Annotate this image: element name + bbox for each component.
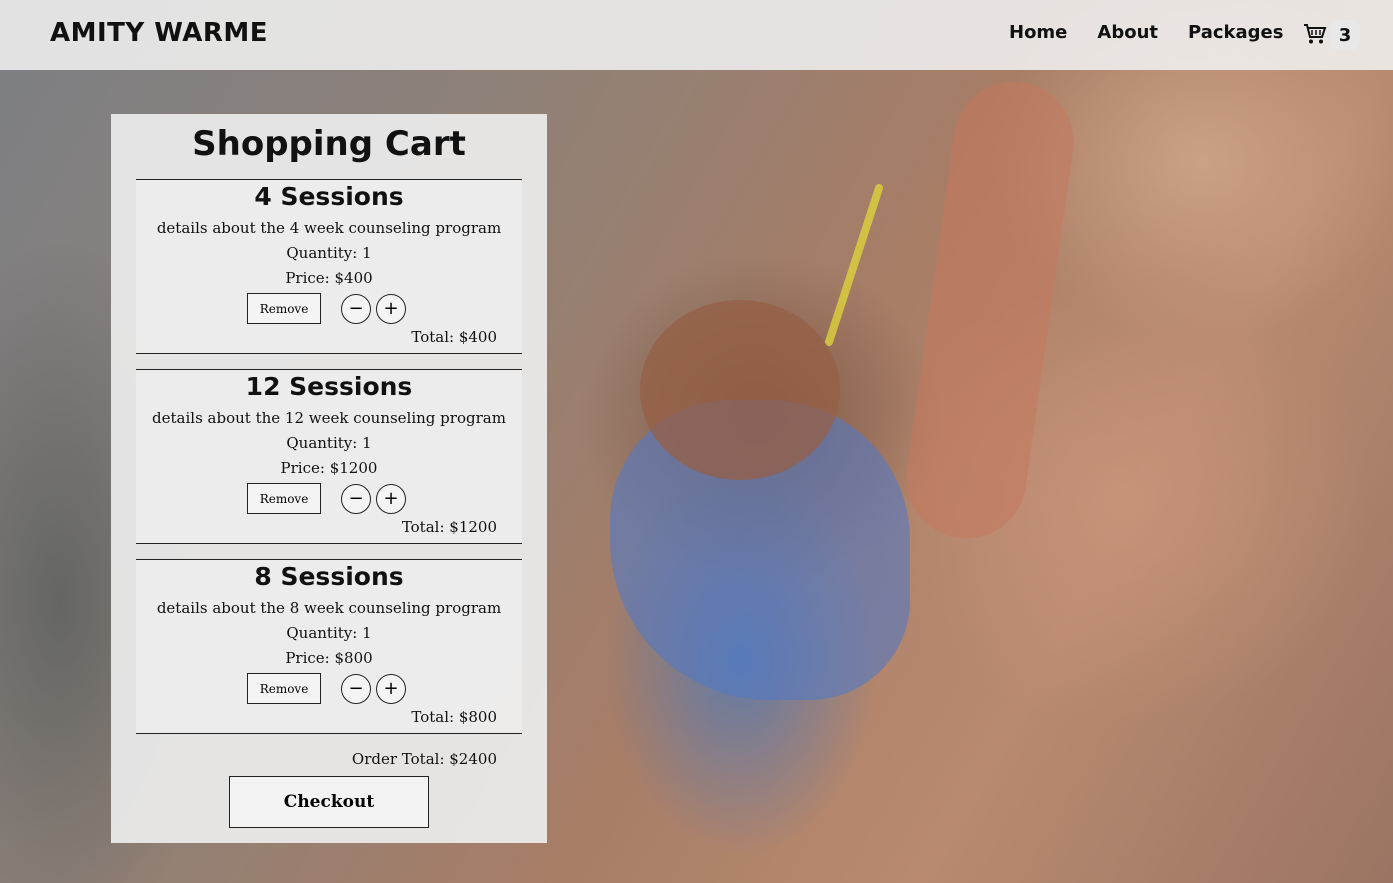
remove-button[interactable]: Remove bbox=[247, 293, 321, 324]
photo-rope bbox=[823, 182, 885, 348]
item-description: details about the 4 week counseling prog… bbox=[156, 219, 502, 237]
photo-climber-head bbox=[640, 300, 840, 480]
item-total: Total: $1200 bbox=[401, 518, 497, 536]
cart-title: Shopping Cart bbox=[192, 124, 466, 164]
decrease-quantity-button[interactable]: − bbox=[341, 294, 371, 324]
cart-item: 8 Sessions details about the 8 week coun… bbox=[136, 559, 522, 734]
navbar: AMITY WARME Home About Packages 3 bbox=[0, 0, 1393, 70]
item-total: Total: $400 bbox=[411, 328, 497, 346]
brand-logo[interactable]: AMITY WARME bbox=[50, 18, 268, 48]
nav-link-about[interactable]: About bbox=[1097, 22, 1158, 43]
decrease-quantity-button[interactable]: − bbox=[341, 674, 371, 704]
nav-link-home[interactable]: Home bbox=[1009, 22, 1067, 43]
cart-item: 4 Sessions details about the 4 week coun… bbox=[136, 179, 522, 354]
order-total: Order Total: $2400 bbox=[351, 750, 497, 768]
item-price: Price: $800 bbox=[285, 649, 373, 667]
remove-button[interactable]: Remove bbox=[247, 673, 321, 704]
increase-quantity-button[interactable]: + bbox=[376, 484, 406, 514]
shopping-cart-icon[interactable] bbox=[1303, 23, 1327, 45]
item-title: 4 Sessions bbox=[254, 182, 404, 211]
item-title: 12 Sessions bbox=[245, 372, 413, 401]
item-price: Price: $400 bbox=[285, 269, 373, 287]
remove-button[interactable]: Remove bbox=[247, 483, 321, 514]
item-total: Total: $800 bbox=[411, 708, 497, 726]
photo-climber-arm bbox=[898, 73, 1082, 547]
item-quantity: Quantity: 1 bbox=[286, 624, 372, 642]
item-description: details about the 12 week counseling pro… bbox=[152, 409, 506, 427]
shopping-cart-panel: Shopping Cart 4 Sessions details about t… bbox=[111, 114, 547, 843]
increase-quantity-button[interactable]: + bbox=[376, 294, 406, 324]
item-description: details about the 8 week counseling prog… bbox=[156, 599, 502, 617]
item-title: 8 Sessions bbox=[254, 562, 404, 591]
checkout-button[interactable]: Checkout bbox=[229, 776, 429, 828]
cart-item: 12 Sessions details about the 12 week co… bbox=[136, 369, 522, 544]
nav-link-packages[interactable]: Packages bbox=[1188, 22, 1283, 43]
item-price: Price: $1200 bbox=[280, 459, 378, 477]
item-quantity: Quantity: 1 bbox=[286, 244, 372, 262]
decrease-quantity-button[interactable]: − bbox=[341, 484, 371, 514]
item-quantity: Quantity: 1 bbox=[286, 434, 372, 452]
increase-quantity-button[interactable]: + bbox=[376, 674, 406, 704]
nav-links: Home About Packages bbox=[1009, 22, 1283, 43]
cart-count-badge[interactable]: 3 bbox=[1330, 20, 1360, 50]
